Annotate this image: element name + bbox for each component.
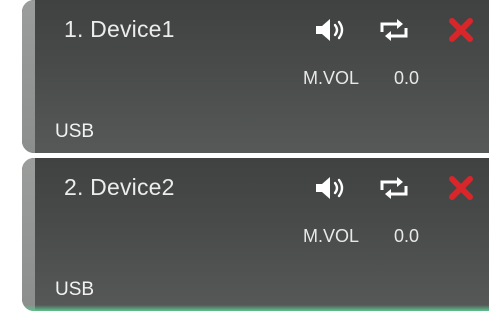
volume-label: M.VOL	[303, 68, 360, 88]
remove-icon[interactable]	[445, 172, 477, 204]
speaker-icon[interactable]	[313, 14, 347, 46]
volume-value[interactable]: 0.0	[394, 226, 419, 247]
remove-icon[interactable]	[445, 14, 477, 46]
device-accent-bar	[22, 158, 35, 311]
device-card[interactable]: 2. Device2 M.VOL 0.0 USB	[22, 158, 489, 311]
device-name: 2. Device2	[64, 174, 175, 200]
loop-icon[interactable]	[378, 14, 410, 46]
source-label: USB	[55, 279, 95, 300]
source-label: USB	[55, 121, 95, 142]
volume-value[interactable]: 0.0	[394, 68, 419, 89]
device-name: 1. Device1	[64, 16, 175, 42]
speaker-icon[interactable]	[313, 172, 347, 204]
device-list: 1. Device1 M.VOL 0.0 USB 2. Device2 M.VO…	[22, 0, 489, 311]
device-accent-bar	[22, 0, 35, 153]
loop-icon[interactable]	[378, 172, 410, 204]
active-indicator	[22, 305, 489, 311]
volume-label: M.VOL	[303, 226, 360, 246]
device-card[interactable]: 1. Device1 M.VOL 0.0 USB	[22, 0, 489, 153]
